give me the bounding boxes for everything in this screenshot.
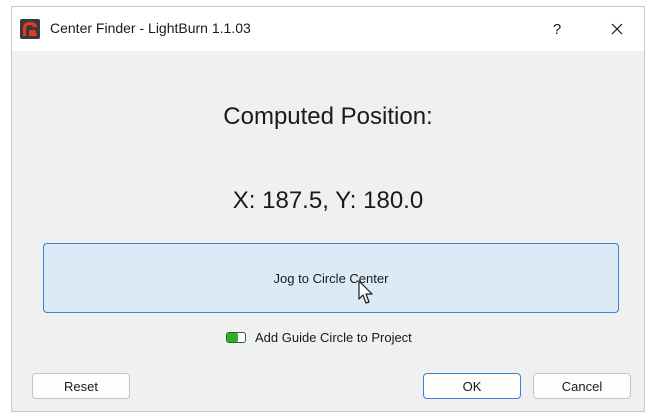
computed-position-heading: Computed Position: (223, 103, 433, 130)
cancel-button[interactable]: Cancel (533, 373, 631, 399)
position-readout: X: 187.5, Y: 180.0 (232, 187, 424, 214)
mouse-cursor-icon (358, 280, 373, 304)
jog-to-circle-center-button[interactable]: Jog to Circle Center (43, 243, 619, 313)
reset-button[interactable]: Reset (32, 373, 130, 399)
help-button[interactable]: ? (542, 15, 572, 43)
add-guide-circle-toggle[interactable]: Add Guide Circle to Project (226, 330, 412, 345)
toggle-knob (227, 333, 238, 342)
window-title: Center Finder - LightBurn 1.1.03 (50, 20, 251, 36)
guide-circle-label: Add Guide Circle to Project (255, 330, 412, 345)
center-finder-dialog: Center Finder - LightBurn 1.1.03 ? Compu… (11, 6, 645, 412)
ok-button[interactable]: OK (423, 373, 521, 399)
toggle-switch-icon[interactable] (226, 332, 246, 343)
title-bar[interactable]: Center Finder - LightBurn 1.1.03 ? (12, 7, 644, 51)
close-icon[interactable] (602, 15, 632, 43)
lightburn-logo-icon (20, 19, 40, 39)
